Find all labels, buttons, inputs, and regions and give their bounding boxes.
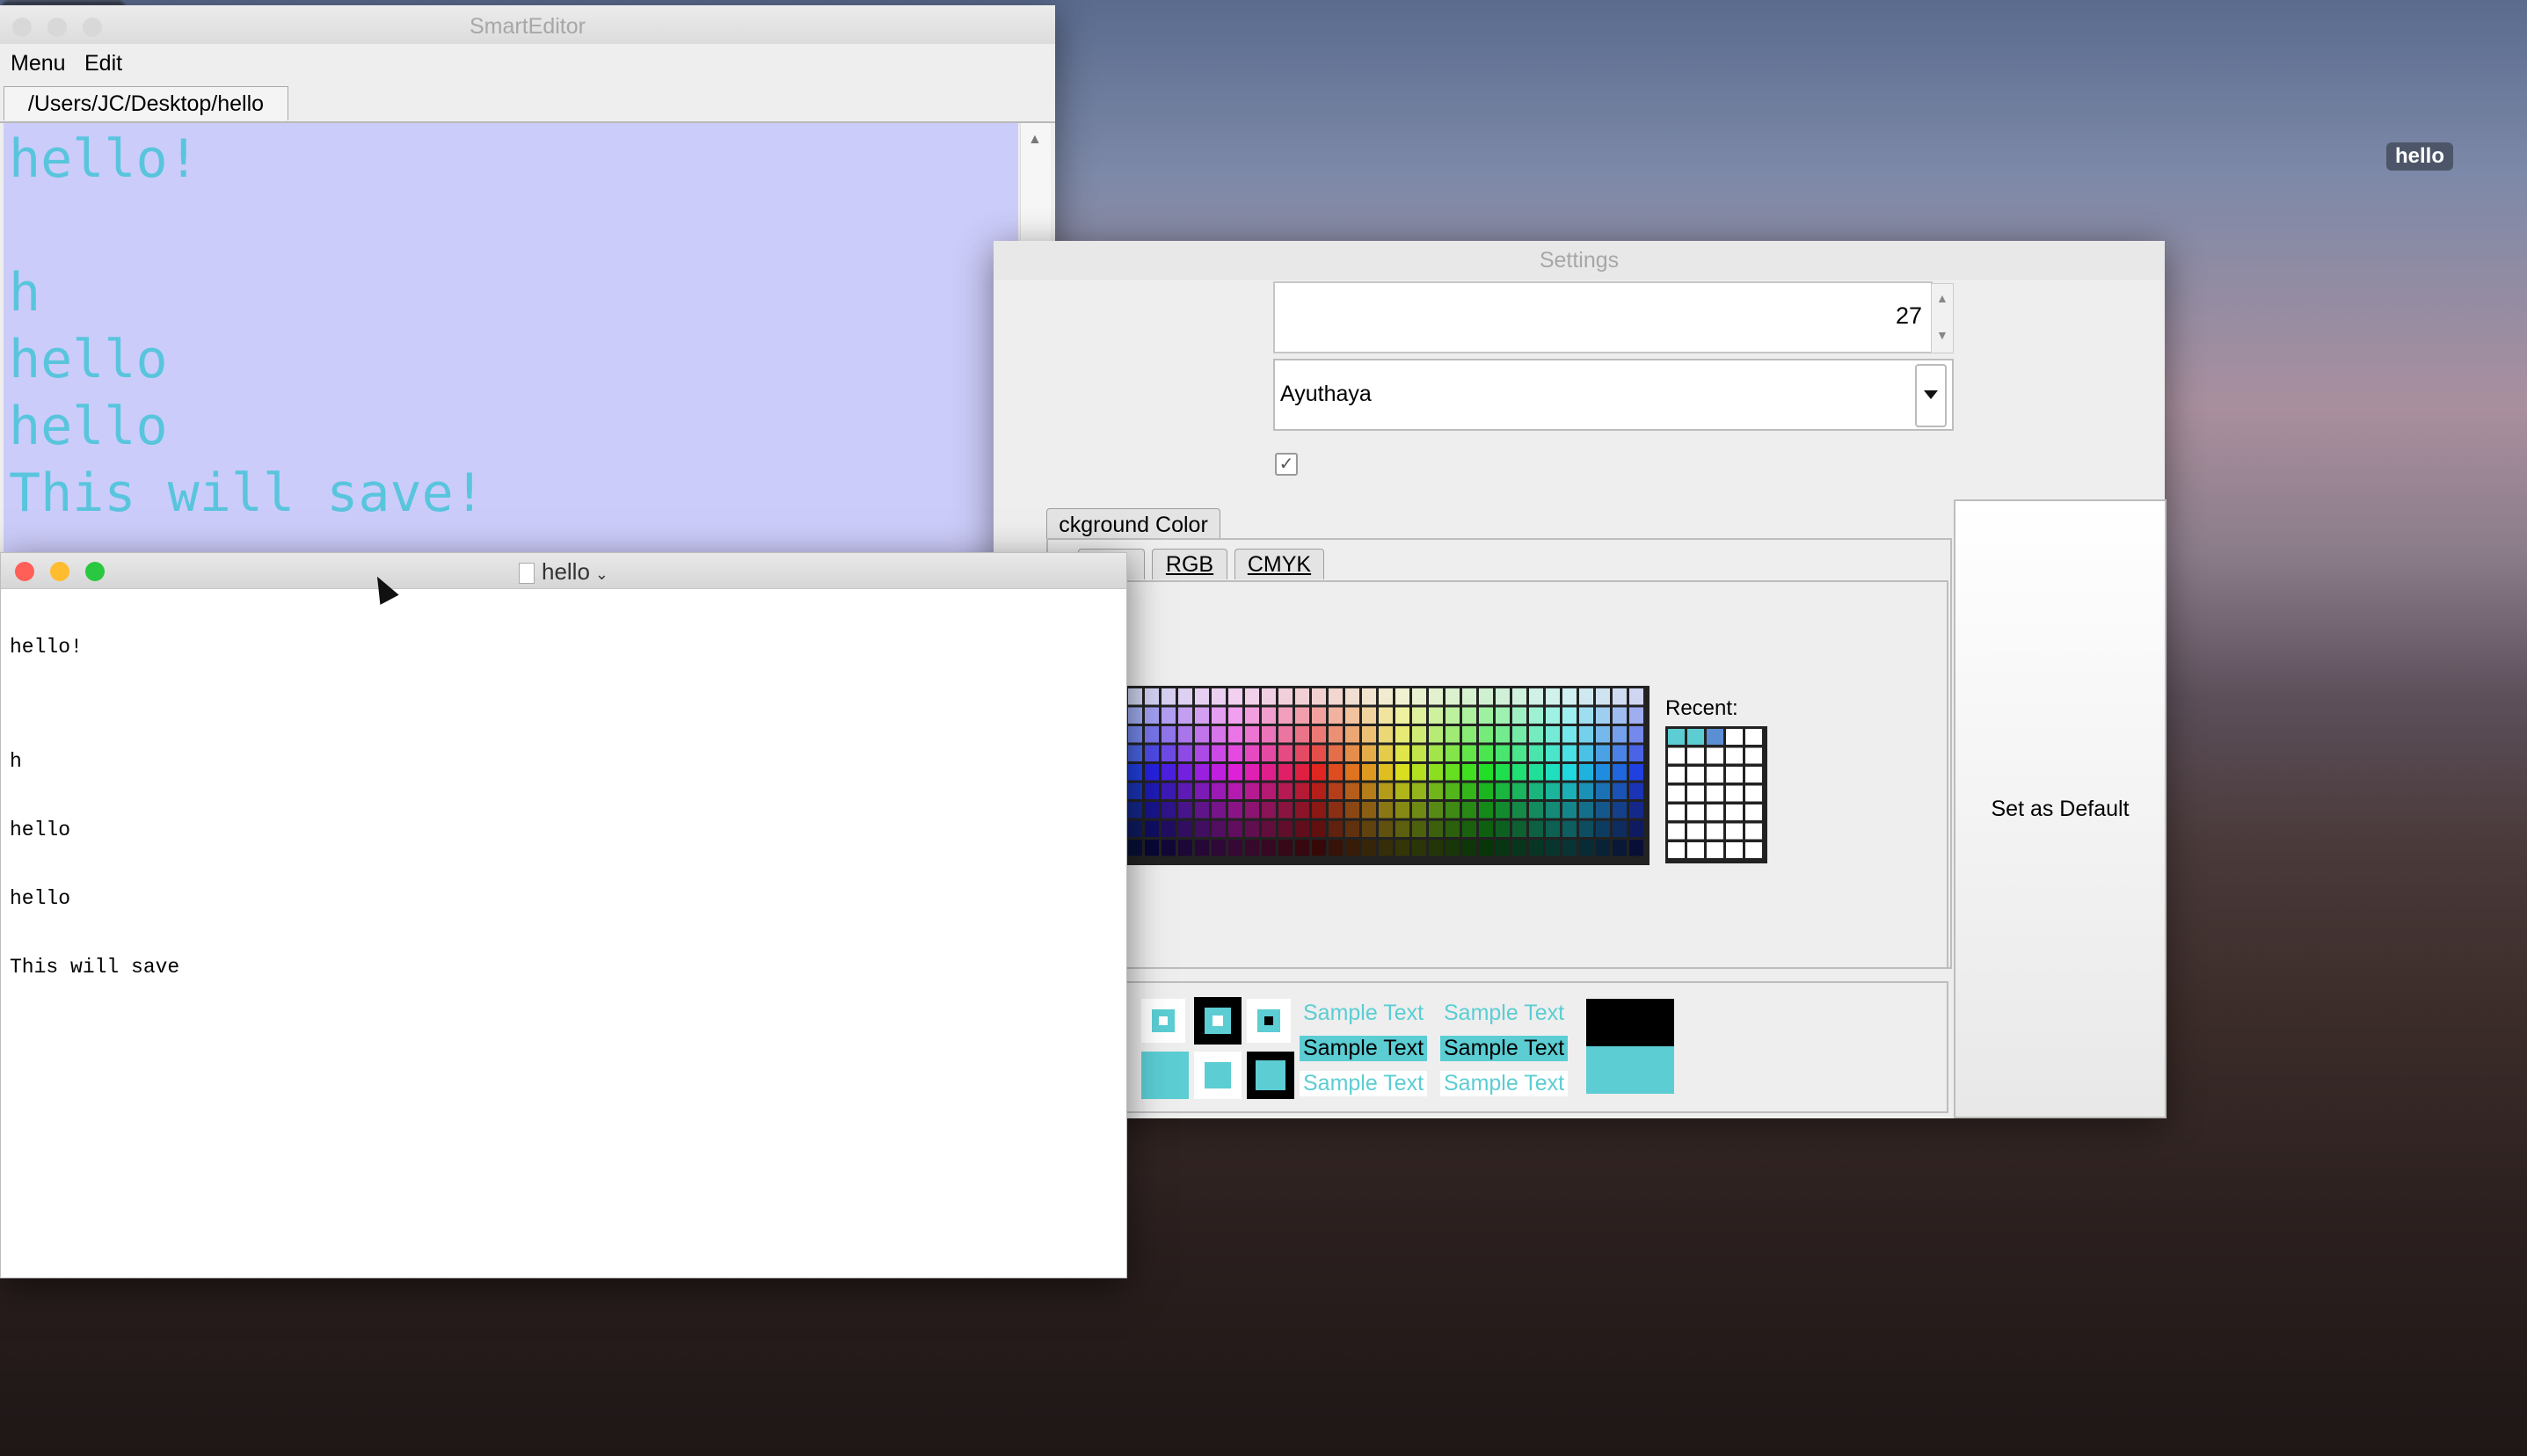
scroll-up-icon[interactable]: ▲ <box>1028 132 1042 148</box>
preview-square <box>1194 997 1242 1045</box>
preview-square <box>1194 1052 1242 1099</box>
editor-line: hello <box>9 396 168 457</box>
file-tab[interactable]: /Users/JC/Desktop/hello <box>4 86 288 120</box>
preview-square <box>1141 999 1185 1043</box>
color-swatch-grid[interactable] <box>1125 686 1649 865</box>
sample-text: Sample Text <box>1440 1036 1569 1061</box>
editor-line: hello! <box>9 128 200 190</box>
document-line: hello <box>10 887 71 910</box>
window-title: SmartEditor <box>470 14 586 39</box>
preview-color-black <box>1586 999 1674 1046</box>
editor-line: This will save! <box>9 462 485 524</box>
document-line: hello! <box>10 636 83 659</box>
tab-rgb[interactable]: RGB <box>1152 549 1227 579</box>
spinner-arrows[interactable]: ▲ ▼ <box>1931 283 1954 353</box>
desktop-file-label: hello <box>2386 142 2454 171</box>
textedit-document[interactable]: hello! h hello hello This will save <box>10 590 179 1024</box>
document-line: h <box>10 750 22 773</box>
textedit-title: hello ⌄ <box>1 558 1126 586</box>
font-size-spinner[interactable]: 27 <box>1273 281 1933 353</box>
tab-background-color[interactable]: ckground Color <box>1046 508 1220 541</box>
editor-line: h <box>9 262 41 324</box>
smarteditor-titlebar[interactable]: SmartEditor <box>0 5 1055 45</box>
chevron-down-icon[interactable]: ⌄ <box>595 565 608 583</box>
file-tab-strip: /Users/JC/Desktop/hello <box>0 83 1055 123</box>
sample-text: Sample Text <box>1440 1071 1569 1096</box>
sample-text: Sample Text <box>1444 1001 1565 1025</box>
menu-item-edit[interactable]: Edit <box>84 51 122 76</box>
preview-square <box>1141 1052 1189 1099</box>
textedit-titlebar[interactable]: hello ⌄ <box>1 553 1126 589</box>
font-size-value: 27 <box>1895 302 1922 329</box>
font-family-value: Ayuthaya <box>1280 382 1372 406</box>
spinner-up-icon[interactable]: ▲ <box>1936 291 1948 305</box>
set-as-default-label: Set as Default <box>1991 797 2130 821</box>
smarteditor-window: SmartEditor Menu Edit /Users/JC/Desktop/… <box>0 5 1055 621</box>
spinner-down-icon[interactable]: ▼ <box>1936 328 1948 342</box>
preview-color-accent <box>1586 1046 1674 1094</box>
text-editor-area[interactable]: hello! h hello hello This will save! <box>4 123 1018 615</box>
document-line: hello <box>10 819 71 841</box>
chevron-down-icon[interactable] <box>1915 364 1947 427</box>
preview-square <box>1247 999 1291 1043</box>
editor-line: hello <box>9 329 168 390</box>
settings-titlebar[interactable]: Settings <box>994 241 2165 280</box>
sample-text: Sample Text <box>1300 1071 1428 1096</box>
sample-text: Sample Text <box>1300 1036 1428 1061</box>
settings-checkbox[interactable]: ✓ <box>1275 453 1298 476</box>
textedit-title-text: hello <box>541 558 590 585</box>
preview-square <box>1247 1052 1294 1099</box>
tab-cmyk[interactable]: CMYK <box>1234 549 1324 579</box>
settings-title: Settings <box>1539 248 1620 273</box>
recent-swatches[interactable] <box>1665 726 1767 863</box>
menu-item-menu[interactable]: Menu <box>11 51 66 76</box>
sample-text: Sample Text <box>1303 1001 1424 1025</box>
menu-bar: Menu Edit <box>0 44 1055 79</box>
textedit-window: hello ⌄ hello! h hello hello This will sa… <box>0 552 1127 1278</box>
recent-label: Recent: <box>1665 696 1738 720</box>
set-as-default-button[interactable]: Set as Default <box>1954 499 2167 1118</box>
document-icon <box>518 563 535 585</box>
document-line: This will save <box>10 956 180 979</box>
font-family-dropdown[interactable]: Ayuthaya <box>1273 359 1954 431</box>
